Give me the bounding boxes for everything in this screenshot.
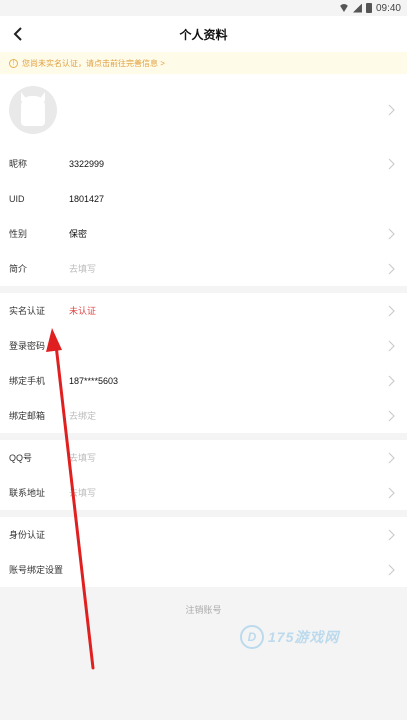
back-arrow-icon — [13, 27, 22, 41]
uid-row: UID 1801427 — [0, 181, 407, 216]
security-section: 实名认证 未认证 登录密码 绑定手机 187****5603 绑定邮箱 去绑定 — [0, 293, 407, 433]
avatar-row[interactable] — [0, 74, 407, 146]
account-binding-row[interactable]: 账号绑定设置 — [0, 552, 407, 587]
logout-account-button[interactable]: 注销账号 — [0, 589, 407, 629]
chevron-right-icon — [387, 263, 395, 275]
watermark-logo: D — [240, 625, 264, 649]
status-bar: 09:40 — [0, 0, 407, 16]
back-button[interactable] — [8, 24, 28, 44]
row-label: 绑定邮箱 — [9, 411, 46, 421]
row-label: 性别 — [9, 229, 28, 239]
identity-verification-row[interactable]: 身份认证 — [0, 517, 407, 552]
row-value: 保密 — [69, 229, 88, 239]
verification-status: 未认证 — [69, 306, 97, 316]
logout-label: 注销账号 — [185, 604, 222, 615]
row-value: 去填写 — [69, 488, 97, 498]
status-time: 09:40 — [375, 2, 401, 14]
battery-icon — [365, 3, 372, 13]
watermark-text: 175游戏网 — [268, 629, 340, 645]
row-label: 绑定手机 — [9, 376, 46, 386]
watermark: D 175游戏网 — [240, 625, 339, 649]
row-value: 去填写 — [69, 453, 97, 463]
verification-notice[interactable]: ! 您尚未实名认证，请点击前往完善信息 > — [0, 52, 407, 74]
row-value: 去填写 — [69, 264, 97, 274]
row-label: 实名认证 — [9, 306, 46, 316]
section-divider — [0, 510, 407, 517]
chevron-right-icon — [387, 529, 395, 541]
chevron-right-icon — [387, 340, 395, 352]
section-divider — [0, 433, 407, 440]
bind-phone-row[interactable]: 绑定手机 187****5603 — [0, 363, 407, 398]
wifi-icon — [338, 4, 349, 12]
row-label: 简介 — [9, 264, 28, 274]
gender-row[interactable]: 性别 保密 — [0, 216, 407, 251]
page-title: 个人资料 — [179, 27, 228, 42]
bind-email-row[interactable]: 绑定邮箱 去绑定 — [0, 398, 407, 433]
chevron-right-icon — [387, 452, 395, 464]
notice-text: 您尚未实名认证，请点击前往完善信息 > — [22, 58, 165, 68]
section-divider — [0, 286, 407, 293]
top-nav-bar: 个人资料 — [0, 16, 407, 52]
chevron-right-icon — [387, 375, 395, 387]
avatar-placeholder-icon — [21, 96, 45, 126]
other-section: 身份认证 账号绑定设置 — [0, 517, 407, 587]
nickname-row[interactable]: 昵称 3322999 — [0, 146, 407, 181]
row-label: 登录密码 — [9, 341, 46, 351]
chevron-right-icon — [387, 564, 395, 576]
row-label: UID — [9, 193, 25, 204]
row-label: QQ号 — [9, 453, 33, 463]
chevron-right-icon — [387, 104, 395, 116]
chevron-right-icon — [387, 228, 395, 240]
contact-section: QQ号 去填写 联系地址 去填写 — [0, 440, 407, 510]
avatar — [9, 86, 57, 134]
row-label: 账号绑定设置 — [9, 565, 64, 575]
real-name-verification-row[interactable]: 实名认证 未认证 — [0, 293, 407, 328]
chevron-right-icon — [387, 410, 395, 422]
profile-section: 昵称 3322999 UID 1801427 性别 保密 简介 去填写 — [0, 74, 407, 286]
row-value: 去绑定 — [69, 411, 97, 421]
row-value: 187****5603 — [69, 375, 119, 386]
login-password-row[interactable]: 登录密码 — [0, 328, 407, 363]
row-label: 联系地址 — [9, 488, 46, 498]
row-label: 身份认证 — [9, 530, 46, 540]
bio-row[interactable]: 简介 去填写 — [0, 251, 407, 286]
signal-icon — [352, 3, 362, 13]
qq-row[interactable]: QQ号 去填写 — [0, 440, 407, 475]
info-icon: ! — [9, 58, 18, 68]
row-value: 1801427 — [69, 193, 105, 204]
chevron-right-icon — [387, 305, 395, 317]
row-value: 3322999 — [69, 158, 105, 169]
row-label: 昵称 — [9, 159, 28, 169]
address-row[interactable]: 联系地址 去填写 — [0, 475, 407, 510]
chevron-right-icon — [387, 158, 395, 170]
chevron-right-icon — [387, 487, 395, 499]
